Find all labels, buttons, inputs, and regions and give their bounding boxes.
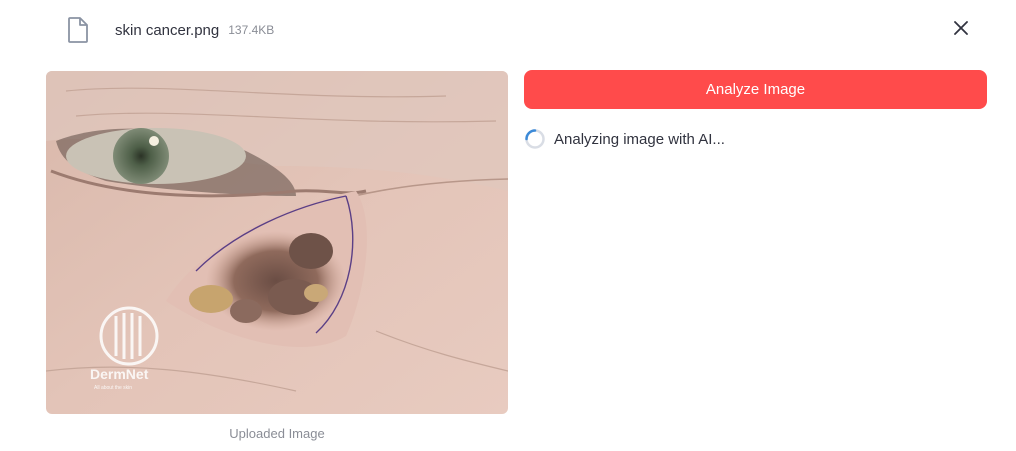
remove-file-button[interactable]: [949, 18, 973, 42]
analyze-image-button[interactable]: Analyze Image: [524, 70, 987, 109]
spinner-icon: [524, 128, 546, 150]
file-icon: [66, 16, 90, 44]
image-caption: Uploaded Image: [229, 426, 325, 441]
watermark-text: DermNet: [90, 366, 149, 382]
watermark-tagline: All about the skin: [94, 385, 132, 391]
file-name: skin cancer.png: [115, 21, 220, 39]
uploaded-file-row: skin cancer.png 137.4KB: [66, 14, 274, 46]
analysis-status: Analyzing image with AI...: [524, 127, 725, 151]
app-page: skin cancer.png 137.4KB DermNet All abou…: [0, 0, 1016, 451]
close-icon: [954, 20, 968, 40]
uploaded-image: DermNet All about the skin: [46, 71, 508, 414]
file-size: 137.4KB: [228, 23, 275, 37]
status-text: Analyzing image with AI...: [554, 130, 725, 148]
